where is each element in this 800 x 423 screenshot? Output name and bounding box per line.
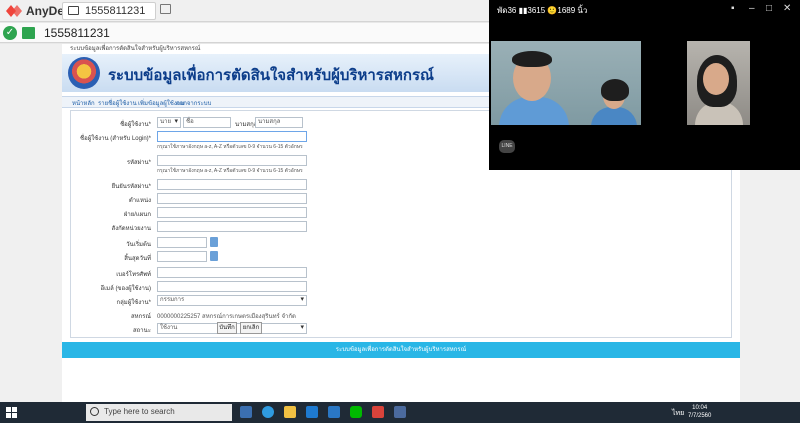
password-hint: กรุณาใช้ภาษาอังกฤษ a-z, A-Z หรือตัวเลข 0… bbox=[157, 168, 303, 174]
ie-icon[interactable] bbox=[306, 406, 318, 418]
nav-item-logout[interactable]: ออกจากระบบ bbox=[176, 98, 211, 108]
person-shirt bbox=[591, 107, 637, 125]
row-end-date: สิ้นสุดวันที่ bbox=[71, 251, 731, 263]
browser-taskbar-icon[interactable] bbox=[394, 406, 406, 418]
clock-date: 7/7/2560 bbox=[688, 413, 712, 419]
row-start-date: วันเริ่มต้น bbox=[71, 237, 731, 249]
session-tab-id: 1555811231 bbox=[85, 5, 146, 17]
phone-label: เบอร์โทรศัพท์ bbox=[116, 272, 151, 278]
group-label: กลุ่มผู้ใช้งาน* bbox=[116, 300, 151, 306]
cancel-button[interactable]: ยกเลิก bbox=[240, 322, 262, 334]
cooperative-seal-icon bbox=[68, 57, 100, 89]
close-icon[interactable]: ✕ bbox=[783, 3, 791, 14]
connection-ok-icon: ✓ bbox=[3, 26, 17, 40]
row-status: สถานะ ใช้งาน bbox=[71, 323, 731, 335]
row-phone: เบอร์โทรศัพท์ bbox=[71, 267, 731, 279]
department-label: ฝ่าย/แผนก bbox=[123, 212, 151, 218]
firstname-input[interactable]: ชื่อ bbox=[183, 117, 231, 128]
language-indicator[interactable]: ไทย bbox=[672, 408, 684, 419]
store-icon[interactable] bbox=[328, 406, 340, 418]
taskbar-search-input[interactable]: Type here to search bbox=[86, 404, 232, 421]
clock-time: 10:04 bbox=[692, 405, 708, 411]
calendar-icon[interactable] bbox=[210, 237, 218, 247]
email-input[interactable] bbox=[157, 281, 307, 292]
video-feed-self bbox=[687, 41, 750, 125]
line-logo-icon: LINE bbox=[499, 140, 515, 153]
row-position: ตำแหน่ง bbox=[71, 193, 731, 205]
pin-icon[interactable]: ▪ bbox=[731, 3, 735, 14]
password-label: รหัสผ่าน* bbox=[126, 160, 151, 166]
nav-item-user-list[interactable]: รายชื่อผู้ใช้งาน bbox=[98, 98, 137, 108]
start-date-input[interactable] bbox=[157, 237, 207, 248]
title-select[interactable]: นาย bbox=[157, 117, 181, 128]
call-status: พัด36 ▮▮3615 🙂1689 นิ้ว bbox=[497, 6, 588, 15]
end-date-input[interactable] bbox=[157, 251, 207, 262]
person-shirt bbox=[499, 97, 569, 125]
coop-value: 0000000225257 สหกรณ์การเกษตรเมืองสุรินทร… bbox=[157, 314, 296, 320]
row-department: ฝ่าย/แผนก bbox=[71, 207, 731, 219]
person-face bbox=[703, 63, 729, 95]
maximize-icon[interactable]: □ bbox=[766, 3, 772, 14]
taskbar: Type here to search ไทย 10:04 7/7/2560 bbox=[0, 402, 800, 423]
password-input[interactable] bbox=[157, 155, 307, 166]
calendar-icon[interactable] bbox=[210, 251, 218, 261]
email-label: อีเมล์ (ของผู้ใช้งาน) bbox=[100, 286, 151, 292]
start-date-label: วันเริ่มต้น bbox=[126, 242, 151, 248]
position-input[interactable] bbox=[157, 193, 307, 204]
search-icon bbox=[90, 407, 99, 416]
row-email: อีเมล์ (ของผู้ใช้งาน) bbox=[71, 281, 731, 293]
banner-title: ระบบข้อมูลเพื่อการตัดสินใจสำหรับผู้บริหา… bbox=[108, 67, 434, 84]
monitor-icon bbox=[68, 6, 79, 15]
name-label: ชื่อผู้ใช้งาน* bbox=[120, 122, 151, 128]
video-feed-main bbox=[491, 41, 641, 125]
remote-desk-icon[interactable] bbox=[22, 27, 35, 39]
row-coop: สหกรณ์ 0000000225257 สหกรณ์การเกษตรเมือง… bbox=[71, 309, 731, 321]
file-explorer-icon[interactable] bbox=[284, 406, 296, 418]
confirm-label: ยืนยันรหัสผ่าน* bbox=[111, 184, 151, 190]
confirm-password-input[interactable] bbox=[157, 179, 307, 190]
surname-input[interactable]: นามสกุล bbox=[255, 117, 303, 128]
desktop-margin-left bbox=[0, 44, 62, 402]
anydesk-taskbar-icon[interactable] bbox=[372, 406, 384, 418]
row-affiliation: สังกัดหน่วยงาน bbox=[71, 221, 731, 233]
phone-input[interactable] bbox=[157, 267, 307, 278]
new-session-icon[interactable] bbox=[160, 4, 171, 14]
group-select[interactable]: กรรมการ bbox=[157, 295, 307, 306]
row-confirm: ยืนยันรหัสผ่าน* bbox=[71, 179, 731, 191]
position-label: ตำแหน่ง bbox=[128, 198, 151, 204]
end-date-label: สิ้นสุดวันที่ bbox=[124, 256, 151, 262]
edge-icon[interactable] bbox=[262, 406, 274, 418]
affiliation-label: สังกัดหน่วยงาน bbox=[111, 226, 151, 232]
anydesk-logo-icon bbox=[6, 5, 22, 17]
nav-item-home[interactable]: หน้าหลัก bbox=[72, 98, 95, 108]
task-view-icon[interactable] bbox=[240, 406, 252, 418]
minimize-icon[interactable]: – bbox=[749, 3, 755, 14]
video-call-window: พัด36 ▮▮3615 🙂1689 นิ้ว ▪ – □ ✕ LINE bbox=[489, 0, 800, 170]
username-input[interactable] bbox=[157, 131, 307, 142]
search-placeholder: Type here to search bbox=[104, 407, 175, 416]
coop-label: สหกรณ์ bbox=[130, 314, 151, 320]
site-footer: ระบบข้อมูลเพื่อการตัดสินใจสำหรับผู้บริหา… bbox=[62, 342, 740, 358]
clock[interactable]: 10:04 7/7/2560 bbox=[688, 404, 711, 420]
username-hint: กรุณาใช้ภาษาอังกฤษ a-z, A-Z หรือตัวเลข 0… bbox=[157, 144, 303, 150]
row-group: กลุ่มผู้ใช้งาน* กรรมการ bbox=[71, 295, 731, 307]
department-input[interactable] bbox=[157, 207, 307, 218]
address-input[interactable]: 1555811231 bbox=[44, 26, 110, 40]
affiliation-input[interactable] bbox=[157, 221, 307, 232]
line-app-icon[interactable] bbox=[350, 406, 362, 418]
save-button[interactable]: บันทึก bbox=[217, 322, 237, 334]
person-hair bbox=[512, 51, 552, 67]
username-label: ชื่อผู้ใช้งาน (สำหรับ Login)* bbox=[80, 136, 151, 142]
person-hair bbox=[601, 79, 629, 101]
windows-start-icon[interactable] bbox=[6, 407, 17, 418]
status-label: สถานะ bbox=[133, 328, 151, 334]
call-header: พัด36 ▮▮3615 🙂1689 นิ้ว ▪ – □ ✕ bbox=[489, 0, 800, 18]
session-tab[interactable]: 1555811231 bbox=[62, 2, 156, 20]
